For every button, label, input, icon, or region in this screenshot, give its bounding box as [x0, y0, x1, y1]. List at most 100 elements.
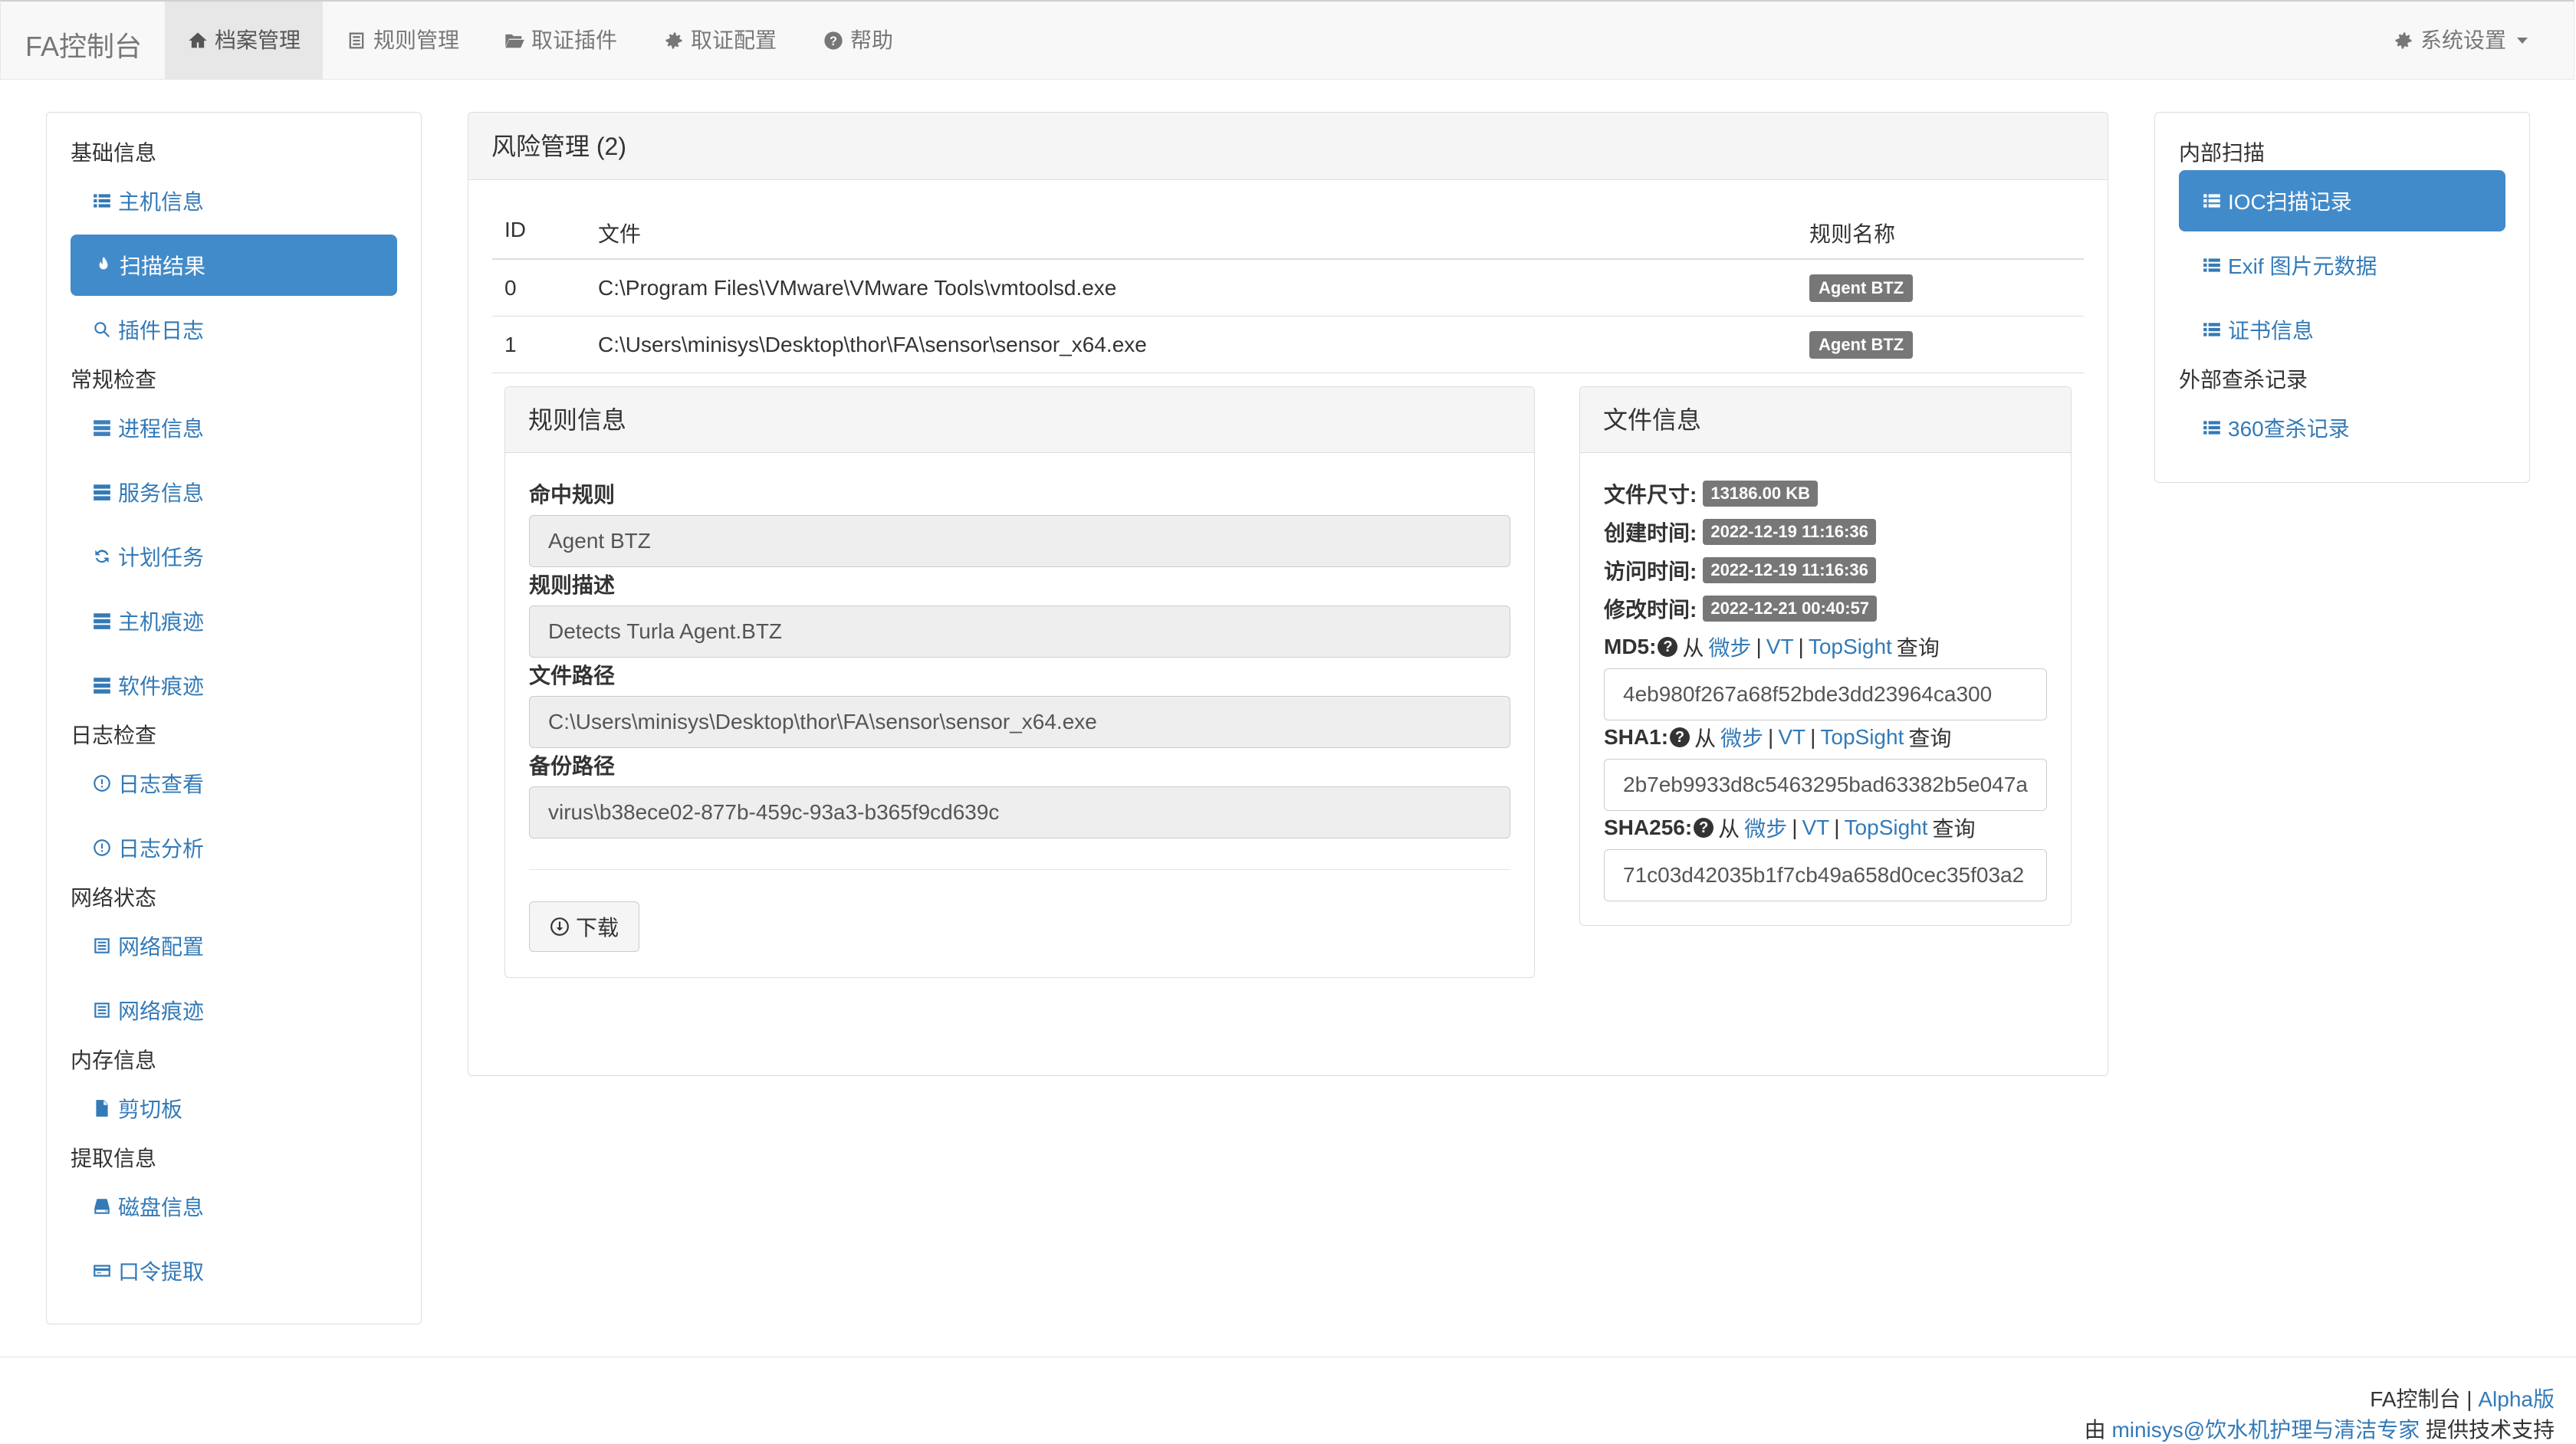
sidebar-item-label: 进程信息 — [118, 417, 205, 441]
nav-rule-management[interactable]: 规则管理 — [346, 2, 459, 80]
sidebar-item-plugin-log[interactable]: 插件日志 — [92, 314, 204, 345]
nav-archive-management[interactable]: 档案管理 — [165, 2, 323, 80]
weibu-link[interactable]: 微步 — [1720, 722, 1763, 753]
nav-help[interactable]: ? 帮助 — [823, 2, 893, 80]
nav-label: 取证配置 — [691, 28, 777, 52]
rule-desc-label: 规则描述 — [529, 573, 616, 597]
sidebar-item-scan-results[interactable]: 扫描结果 — [71, 235, 397, 296]
file-path-label: 文件路径 — [529, 664, 616, 688]
sidebar-item-label: 软件痕迹 — [118, 674, 205, 698]
row-divider — [492, 372, 2084, 373]
question-circle-icon: ? — [824, 31, 843, 50]
sidebar-item-label: 口令提取 — [118, 1260, 205, 1284]
top-navbar: FA控制台 档案管理 规则管理 取证插件 取证配置 ? 帮助 系统设置 — [0, 0, 2574, 80]
form-divider — [529, 869, 1510, 870]
sidebar-item-cert-info[interactable]: 证书信息 — [2202, 314, 2314, 345]
sidebar-item-label: 剪切板 — [118, 1098, 183, 1121]
row-divider — [492, 316, 2084, 317]
sidebar-item-label: 网络配置 — [118, 935, 205, 959]
hit-rule-field[interactable]: Agent BTZ — [529, 515, 1510, 567]
sidebar-item-disk-info[interactable]: 磁盘信息 — [92, 1191, 204, 1222]
from-text: 从 — [1694, 727, 1717, 750]
backup-path-field[interactable]: virus\b38ece02-877b-459c-93a3-b365f9cd63… — [529, 786, 1510, 839]
modified-time-badge: 2022-12-21 00:40:57 — [1703, 596, 1878, 622]
sidebar-group-title: 提取信息 — [71, 1147, 157, 1170]
dashboard-icon — [94, 775, 110, 792]
vt-link[interactable]: VT — [1778, 725, 1806, 750]
sidebar-item-network-config[interactable]: 网络配置 — [92, 930, 204, 961]
sidebar-item-360-records[interactable]: 360查杀记录 — [2202, 412, 2350, 443]
sha1-field[interactable]: 2b7eb9933d8c5463295bad63382b5e047a — [1604, 759, 2047, 811]
weibu-link[interactable]: 微步 — [1708, 632, 1751, 662]
topsight-link[interactable]: TopSight — [1809, 635, 1892, 659]
sidebar-item-label: 360查杀记录 — [2228, 417, 2350, 441]
topsight-link[interactable]: TopSight — [1820, 725, 1904, 750]
sidebar-item-software-traces[interactable]: 软件痕迹 — [92, 670, 204, 701]
sidebar-item-process-info[interactable]: 进程信息 — [92, 412, 204, 443]
sidebar-item-ioc-scan[interactable]: IOC扫描记录 — [2179, 170, 2505, 231]
sha256-field[interactable]: 71c03d42035b1f7cb49a658d0cec35f03a2 — [1604, 849, 2047, 901]
list-alt-icon — [94, 938, 110, 953]
nav-forensics-plugins[interactable]: 取证插件 — [504, 2, 617, 80]
sidebar-item-host-info[interactable]: 主机信息 — [92, 185, 204, 216]
question-circle-icon[interactable]: ? — [1694, 818, 1714, 838]
sidebar-item-service-info[interactable]: 服务信息 — [92, 477, 204, 507]
col-header-file: 文件 — [598, 222, 642, 246]
sidebar-item-label: 主机信息 — [118, 190, 205, 214]
from-text: 从 — [1718, 817, 1740, 841]
footer-app-name: FA控制台 | — [2370, 1387, 2472, 1411]
sidebar-item-scheduled-tasks[interactable]: 计划任务 — [92, 541, 204, 572]
sidebar-item-log-view[interactable]: 日志查看 — [92, 768, 204, 799]
rule-desc-field[interactable]: Detects Turla Agent.BTZ — [529, 605, 1510, 658]
credit-card-icon — [94, 1265, 110, 1277]
col-header-id: ID — [504, 218, 526, 241]
file-size-label: 文件尺寸: — [1604, 483, 1697, 507]
svg-text:?: ? — [830, 34, 837, 48]
row-file-link[interactable]: C:\Program Files\VMware\VMware Tools\vmt… — [598, 276, 1116, 300]
weibu-link[interactable]: 微步 — [1744, 812, 1787, 843]
footer-suffix: 提供技术支持 — [2425, 1418, 2555, 1442]
footer-prefix: 由 — [2084, 1418, 2106, 1442]
nav-forensics-config[interactable]: 取证配置 — [663, 2, 777, 80]
vt-link[interactable]: VT — [1766, 635, 1794, 659]
row-file-link[interactable]: C:\Users\minisys\Desktop\thor\FA\sensor\… — [598, 333, 1147, 357]
vt-link[interactable]: VT — [1802, 816, 1829, 840]
sidebar-item-log-analysis[interactable]: 日志分析 — [92, 832, 204, 863]
sidebar-item-label: 磁盘信息 — [118, 1196, 205, 1219]
brand-logo[interactable]: FA控制台 — [25, 25, 142, 64]
question-circle-icon[interactable]: ? — [1658, 637, 1678, 657]
sidebar-item-host-traces[interactable]: 主机痕迹 — [92, 605, 204, 636]
sidebar-item-label: Exif 图片元数据 — [2228, 254, 2377, 278]
separator: | — [1798, 635, 1804, 658]
dashboard-icon — [94, 839, 110, 856]
sidebar-item-exif-metadata[interactable]: Exif 图片元数据 — [2202, 250, 2377, 281]
md5-query-row: MD5: ? 从 微步 | VT | TopSight 查询 — [1604, 632, 1940, 662]
created-time-badge: 2022-12-19 11:16:36 — [1703, 519, 1876, 545]
created-time-row: 创建时间: 2022-12-19 11:16:36 — [1604, 517, 1876, 547]
footer-line-1: FA控制台 | Alpha版 — [2370, 1383, 2555, 1413]
system-settings-dropdown[interactable]: 系统设置 — [2393, 2, 2528, 80]
accessed-time-label: 访问时间: — [1604, 560, 1697, 583]
sidebar-group-title: 基础信息 — [71, 141, 157, 165]
hit-rule-label: 命中规则 — [529, 483, 616, 507]
sidebar-group-title: 日志检查 — [71, 724, 157, 747]
sidebar-item-network-traces[interactable]: 网络痕迹 — [92, 995, 204, 1026]
table-header-divider — [492, 258, 2084, 260]
separator: | — [1810, 725, 1816, 749]
nav-label: 系统设置 — [2420, 28, 2507, 52]
download-button[interactable]: 下载 — [529, 901, 639, 952]
created-time-label: 创建时间: — [1604, 521, 1697, 545]
rule-name-badge: Agent BTZ — [1809, 274, 1914, 302]
tasks-icon — [94, 613, 110, 629]
sidebar-item-password-extract[interactable]: 口令提取 — [92, 1255, 204, 1286]
question-circle-icon[interactable]: ? — [1670, 727, 1691, 747]
file-path-field[interactable]: C:\Users\minisys\Desktop\thor\FA\sensor\… — [529, 696, 1510, 748]
separator: | — [1834, 816, 1840, 839]
home-icon — [189, 32, 207, 48]
topsight-link[interactable]: TopSight — [1845, 816, 1928, 840]
sidebar-item-clipboard[interactable]: 剪切板 — [92, 1093, 182, 1124]
footer-author-link[interactable]: minisys@饮水机护理与清洁专家 — [2111, 1418, 2420, 1442]
md5-field[interactable]: 4eb980f267a68f52bde3dd23964ca300 — [1604, 668, 2047, 720]
footer-version-link[interactable]: Alpha版 — [2478, 1387, 2555, 1411]
modified-time-label: 修改时间: — [1604, 598, 1697, 622]
